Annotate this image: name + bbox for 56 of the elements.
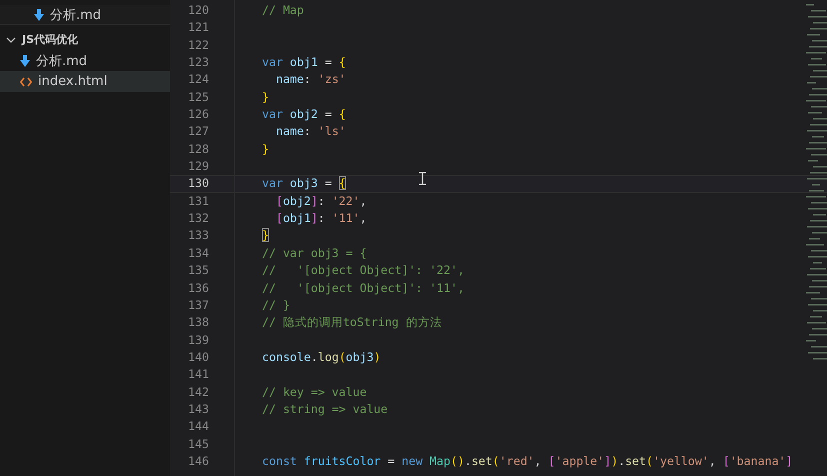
line-number: 122 (187, 36, 209, 54)
code-line: [obj2]: '22', (274, 192, 367, 210)
line-number: 138 (187, 314, 209, 332)
line-number: 137 (187, 296, 209, 314)
line-number: 127 (187, 123, 209, 140)
down-arrow-icon (20, 54, 30, 66)
code-line: } (262, 88, 269, 106)
line-number: 128 (187, 140, 209, 158)
line-number: 142 (187, 384, 209, 401)
line-number: 135 (187, 262, 209, 280)
code-line: var obj3 = { (262, 176, 346, 192)
file-tree-item[interactable]: JS代码优化 (0, 29, 170, 50)
code-line: [obj1]: '11', (274, 210, 367, 228)
code-line: } (262, 140, 269, 158)
line-number: 126 (187, 106, 209, 124)
line-number: 129 (187, 158, 209, 176)
line-number: 120 (187, 2, 209, 19)
code-line: // '[object Object]': '22', (262, 262, 464, 280)
line-number: 131 (187, 192, 209, 210)
code-line: var obj1 = { (262, 54, 346, 72)
line-number: 125 (187, 88, 209, 106)
line-number: 124 (187, 71, 209, 88)
code-line: name: 'ls' (274, 123, 346, 140)
chevron-down-icon (6, 34, 16, 44)
code-icon (20, 76, 32, 86)
line-number: 123 (187, 54, 209, 72)
code-line: // var obj3 = { (262, 244, 367, 262)
code-line: // string => value (262, 400, 388, 418)
line-number: 143 (187, 400, 209, 418)
line-number: 121 (187, 19, 209, 36)
line-number: 130 (187, 176, 209, 192)
code-line: // Map (262, 2, 304, 19)
file-tree-item[interactable]: 分析.md (0, 50, 170, 71)
text-cursor-icon (419, 172, 426, 185)
down-arrow-icon (34, 8, 44, 20)
code-line: name: 'zs' (274, 71, 346, 88)
line-number: 146 (187, 452, 209, 470)
line-number: 132 (187, 210, 209, 228)
line-number: 145 (187, 436, 209, 453)
code-line: // 隐式的调用toString 的方法 (262, 314, 442, 332)
file-tree-item[interactable]: index.html (0, 71, 170, 92)
line-number: 136 (187, 280, 209, 296)
file-tree-item[interactable]: 分析.md (0, 5, 170, 25)
code-line: console.log(obj3) (262, 348, 381, 366)
code-line: // } (262, 296, 290, 314)
line-number: 144 (187, 418, 209, 436)
code-line: } (262, 227, 269, 244)
code-line: // key => value (262, 384, 367, 401)
line-number: 140 (187, 348, 209, 366)
line-number: 139 (187, 332, 209, 349)
code-line: var obj2 = { (262, 106, 346, 124)
code-line: const fruitsColor = new Map().set('red', ['apple']).set('yellow', ['banana'] (262, 452, 793, 470)
line-number: 133 (187, 227, 209, 244)
code-line: // '[object Object]': '11', (262, 280, 464, 296)
line-number: 141 (187, 366, 209, 384)
line-number: 134 (187, 244, 209, 262)
